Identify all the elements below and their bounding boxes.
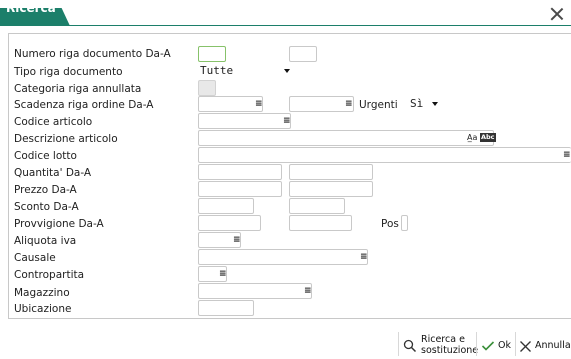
prezzo-a-input[interactable] [289, 181, 373, 197]
chevron-down-icon [432, 102, 438, 106]
ubicazione-label: Ubicazione [14, 303, 72, 315]
magazzino-input[interactable] [198, 283, 312, 299]
prezzo-label: Prezzo Da-A [14, 184, 77, 196]
scadenza-da-input[interactable] [198, 96, 263, 112]
tipo-riga-value: Tutte [200, 64, 234, 77]
causale-input[interactable] [198, 249, 368, 265]
provvigione-a-input[interactable] [289, 215, 352, 231]
list-icon[interactable]: ≡ [304, 287, 312, 296]
close-icon[interactable] [549, 6, 565, 22]
list-icon[interactable]: ≡ [283, 117, 291, 126]
footer-separator [515, 332, 516, 356]
search-icon [403, 339, 417, 353]
codice-lotto-input[interactable] [198, 147, 571, 163]
contropartita-label: Contropartita [14, 269, 85, 281]
causale-label: Causale [14, 252, 56, 264]
urgenti-select[interactable]: Sì [408, 96, 438, 112]
quantita-da-input[interactable] [198, 164, 282, 180]
pos-input[interactable] [401, 215, 408, 231]
translate-icon[interactable]: A̲a [467, 134, 477, 142]
list-icon[interactable]: ≡ [255, 100, 263, 109]
cancel-icon [520, 340, 531, 352]
list-icon[interactable]: ≡ [360, 253, 368, 262]
footer-separator [398, 332, 399, 356]
numero-riga-da-input[interactable] [198, 46, 226, 62]
urgenti-value: Sì [410, 97, 424, 110]
codice-articolo-label: Codice articolo [14, 116, 93, 128]
tipo-riga-select[interactable]: Tutte [198, 63, 290, 79]
aliquota-iva-label: Aliquota iva [14, 235, 77, 247]
list-icon[interactable]: ≡ [345, 100, 353, 109]
list-icon[interactable]: ≡ [219, 270, 227, 279]
ok-label: Ok [498, 339, 511, 351]
text-format-icon[interactable]: Abc [480, 133, 496, 142]
quantita-a-input[interactable] [289, 164, 373, 180]
numero-riga-a-input[interactable] [289, 46, 317, 62]
chevron-down-icon [284, 69, 290, 73]
categoria-riga-checkbox[interactable] [198, 80, 216, 96]
footer-toolbar: Ricerca e sostituzione Ok Annulla [0, 320, 571, 359]
sconto-da-input[interactable] [198, 198, 254, 214]
list-icon[interactable]: ≡ [563, 151, 571, 160]
codice-articolo-input[interactable] [198, 113, 291, 129]
codice-lotto-label: Codice lotto [14, 150, 77, 162]
urgenti-label: Urgenti [359, 99, 398, 111]
sconto-a-input[interactable] [289, 198, 345, 214]
ok-button[interactable]: Ok [481, 334, 511, 358]
magazzino-label: Magazzino [14, 287, 70, 299]
provvigione-da-input[interactable] [198, 215, 261, 231]
ricerca-sostituzione-line2: sostituzione [421, 345, 479, 356]
check-icon [481, 341, 495, 351]
footer-separator [476, 332, 477, 356]
quantita-label: Quantita' Da-A [14, 167, 92, 179]
categoria-riga-label: Categoria riga annullata [14, 83, 142, 95]
annulla-label: Annulla [535, 339, 571, 351]
list-icon[interactable]: ≡ [233, 236, 241, 245]
descrizione-articolo-label: Descrizione articolo [14, 133, 118, 145]
scadenza-label: Scadenza riga ordine Da-A [14, 99, 154, 111]
title-underline [0, 25, 571, 26]
window-title: Ricerca [6, 1, 56, 15]
prezzo-da-input[interactable] [198, 181, 282, 197]
ubicazione-input[interactable] [198, 300, 254, 316]
title-bar: Ricerca [0, 0, 571, 26]
annulla-button[interactable]: Annulla [519, 334, 571, 358]
provvigione-label: Provvigione Da-A [14, 218, 104, 230]
numero-riga-label: Numero riga documento Da-A [14, 48, 171, 60]
descrizione-articolo-input[interactable] [198, 130, 494, 146]
pos-label: Pos [381, 218, 399, 230]
tipo-riga-label: Tipo riga documento [14, 66, 123, 78]
sconto-label: Sconto Da-A [14, 201, 79, 213]
ricerca-sostituzione-button[interactable]: Ricerca e sostituzione [403, 334, 478, 358]
